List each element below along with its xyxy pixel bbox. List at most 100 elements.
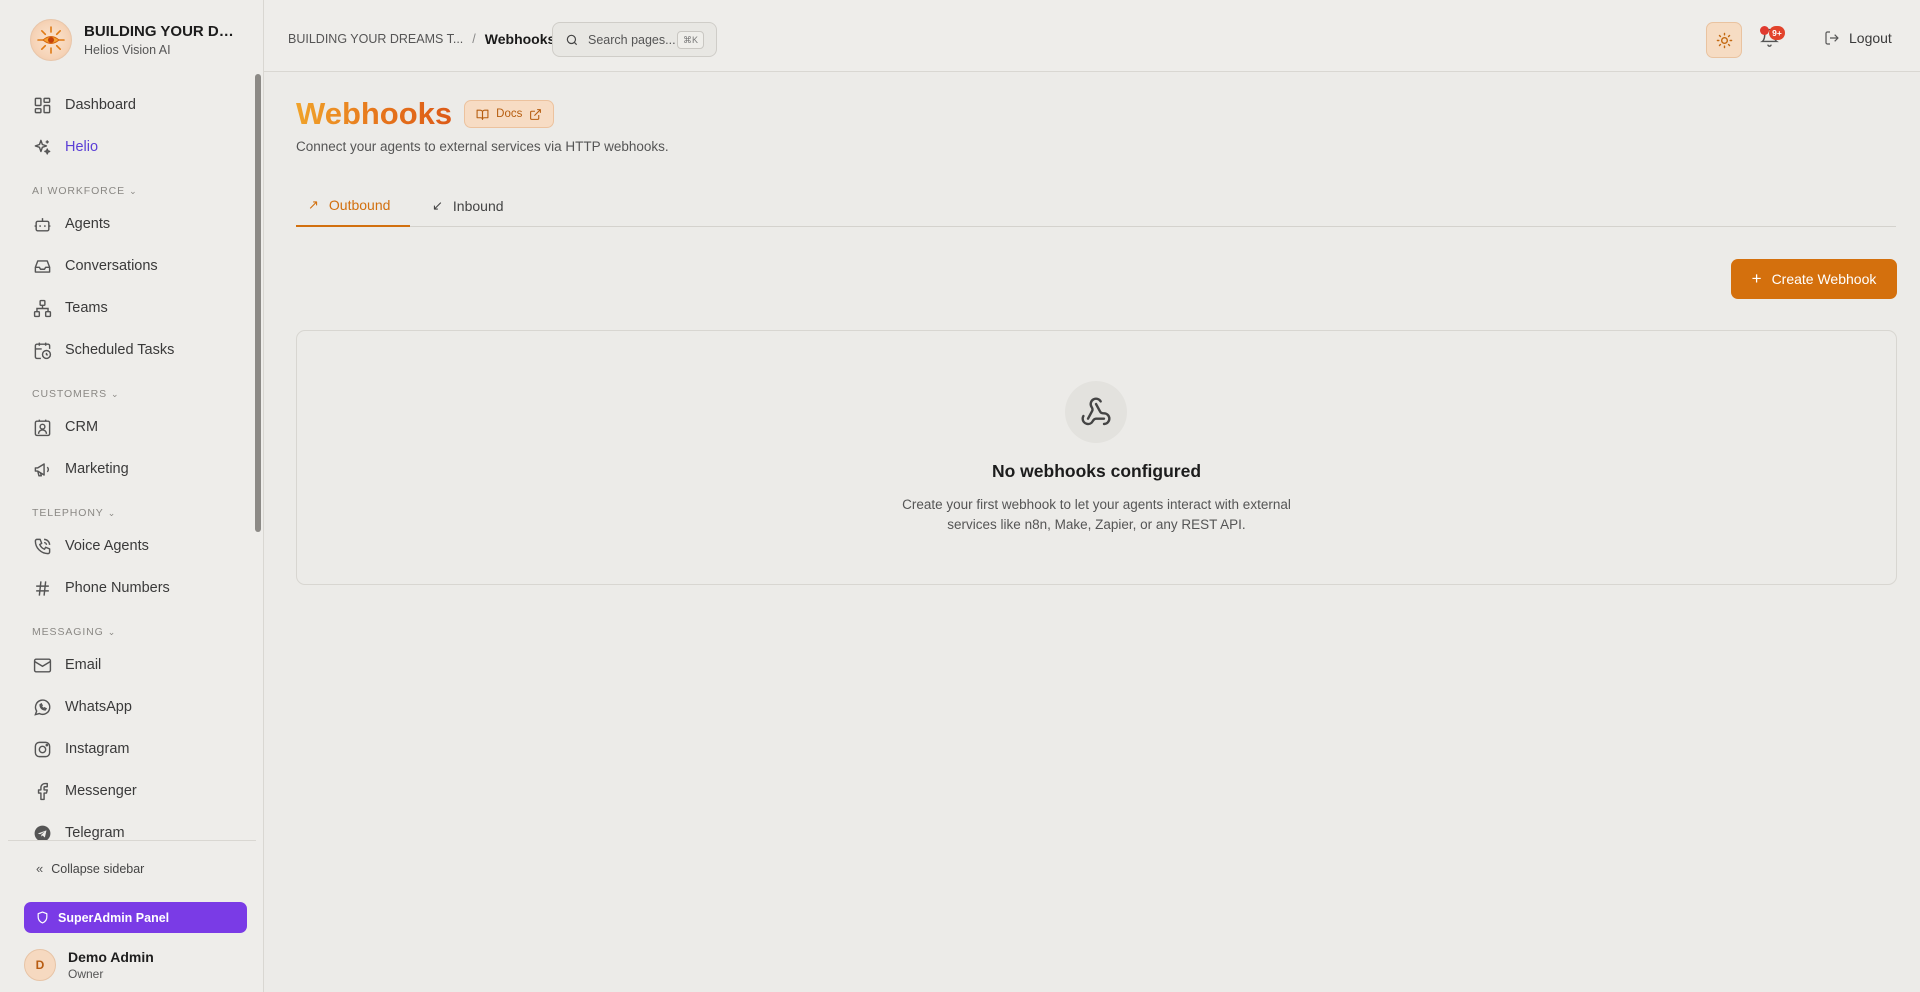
- main-content: Webhooks Docs Connect your agents to ext…: [264, 72, 1920, 992]
- logout-button[interactable]: Logout: [1824, 30, 1892, 46]
- sidebar-item-email[interactable]: Email: [8, 647, 248, 683]
- user-name: Demo Admin: [68, 949, 154, 965]
- plus-icon: +: [1751, 269, 1762, 288]
- search-pages-input[interactable]: Search pages... ⌘K: [552, 22, 717, 57]
- page-title: Webhooks: [296, 96, 453, 131]
- page-subtitle: Connect your agents to external services…: [296, 139, 669, 154]
- sidebar-item-agents[interactable]: Agents: [8, 206, 248, 242]
- search-icon: [566, 34, 578, 45]
- section-messaging[interactable]: MESSAGING ⌄: [32, 626, 116, 638]
- empty-state: No webhooks configured Create your first…: [296, 330, 1897, 585]
- sidebar-item-telegram[interactable]: Telegram: [8, 815, 248, 840]
- superadmin-panel-button[interactable]: SuperAdmin Panel: [24, 902, 247, 933]
- contact-icon: [32, 417, 52, 437]
- docs-link[interactable]: Docs: [464, 100, 555, 128]
- sidebar-item-label: Telegram: [65, 825, 125, 840]
- sidebar-item-scheduled-tasks[interactable]: Scheduled Tasks: [8, 332, 248, 368]
- sidebar-item-label: Teams: [65, 300, 108, 316]
- sidebar-item-instagram[interactable]: Instagram: [8, 731, 248, 767]
- sidebar-item-label: Messenger: [65, 783, 137, 799]
- search-shortcut-hint: ⌘K: [676, 31, 704, 49]
- brand-logo: [30, 19, 72, 61]
- sidebar-item-label: Agents: [65, 216, 111, 232]
- sidebar-item-label: Email: [65, 657, 102, 673]
- telegram-icon: [32, 823, 52, 840]
- tab-outbound[interactable]: ↗ Outbound: [296, 185, 410, 227]
- sidebar-item-helio[interactable]: Helio: [8, 129, 248, 165]
- notification-count-badge: 9+: [1769, 26, 1785, 40]
- sidebar-item-phone-numbers[interactable]: Phone Numbers: [8, 570, 248, 606]
- webhook-tabs: ↗ Outbound ↙ Inbound: [296, 185, 1896, 227]
- section-ai-workforce[interactable]: AI WORKFORCE ⌄: [32, 185, 138, 197]
- search-placeholder: Search pages...: [588, 32, 676, 47]
- workspace-name: BUILDING YOUR DRE...: [84, 23, 234, 40]
- section-customers[interactable]: CUSTOMERS ⌄: [32, 388, 119, 400]
- sidebar-item-label: CRM: [65, 419, 99, 435]
- sidebar-item-marketing[interactable]: Marketing: [8, 451, 248, 487]
- sidebar-item-whatsapp[interactable]: WhatsApp: [8, 689, 248, 725]
- section-label: TELEPHONY: [32, 507, 104, 519]
- sidebar-scrollbar[interactable]: [255, 74, 261, 532]
- notification-dot: [1760, 26, 1769, 35]
- network-icon: [32, 298, 52, 318]
- superadmin-label: SuperAdmin Panel: [58, 910, 170, 925]
- breadcrumb-workspace-link[interactable]: BUILDING YOUR DREAMS T...: [288, 32, 463, 46]
- sidebar-item-crm[interactable]: CRM: [8, 409, 248, 445]
- sidebar-item-teams[interactable]: Teams: [8, 290, 248, 326]
- section-label: AI WORKFORCE: [32, 185, 126, 197]
- sidebar-item-label: Phone Numbers: [65, 580, 170, 596]
- chevron-down-icon: ⌄: [111, 388, 120, 399]
- sidebar-item-label: Dashboard: [65, 97, 136, 113]
- breadcrumb: BUILDING YOUR DREAMS T... / Webhooks: [288, 31, 555, 47]
- sidebar-item-label: Instagram: [65, 741, 130, 757]
- logout-icon: [1825, 31, 1839, 45]
- create-webhook-button[interactable]: + Create Webhook: [1731, 259, 1897, 299]
- dashboard-icon: [32, 95, 52, 115]
- webhook-icon: [1065, 381, 1127, 443]
- workspace-subtitle: Helios Vision AI: [84, 43, 171, 57]
- collapse-sidebar-label: Collapse sidebar: [51, 861, 145, 876]
- breadcrumb-current: Webhooks: [484, 31, 556, 47]
- phone-call-icon: [32, 536, 52, 556]
- sidebar-item-voice-agents[interactable]: Voice Agents: [8, 528, 248, 564]
- chevron-down-icon: ⌄: [107, 507, 117, 518]
- sidebar-item-messenger[interactable]: Messenger: [8, 773, 248, 809]
- sidebar-item-conversations[interactable]: Conversations: [8, 248, 248, 284]
- arrow-up-right-icon: ↗: [308, 197, 319, 212]
- sidebar-item-dashboard[interactable]: Dashboard: [8, 87, 248, 123]
- collapse-sidebar-button[interactable]: « Collapse sidebar: [36, 861, 144, 876]
- sidebar-footer: « Collapse sidebar SuperAdmin Panel D De…: [8, 840, 256, 992]
- shield-icon: [37, 911, 48, 924]
- theme-toggle-button[interactable]: [1706, 22, 1742, 58]
- empty-state-description: Create your first webhook to let your ag…: [297, 495, 1896, 535]
- tab-label: Outbound: [328, 197, 391, 213]
- sidebar-item-label: Helio: [65, 139, 99, 155]
- avatar: D: [24, 949, 56, 981]
- hash-icon: [32, 578, 52, 598]
- sidebar-nav: Dashboard Helio AI WORKFORCE ⌄ Agents Con…: [8, 72, 256, 840]
- sidebar: BUILDING YOUR DRE... Helios Vision AI Da…: [0, 0, 264, 992]
- arrow-down-left-icon: ↙: [432, 198, 443, 213]
- empty-state-line-1: Create your first webhook to let your ag…: [902, 497, 1291, 512]
- user-role: Owner: [68, 967, 104, 981]
- tab-inbound[interactable]: ↙ Inbound: [420, 185, 516, 227]
- mail-icon: [32, 655, 52, 675]
- notifications-button[interactable]: 9+: [1760, 26, 1785, 52]
- sidebar-item-label: Voice Agents: [65, 538, 149, 554]
- user-menu[interactable]: D Demo Admin Owner: [24, 949, 154, 981]
- bot-icon: [32, 214, 52, 234]
- section-telephony[interactable]: TELEPHONY ⌄: [32, 507, 116, 519]
- top-header: BUILDING YOUR DREAMS T... / Webhooks Sea…: [264, 0, 1920, 72]
- docs-label: Docs: [496, 108, 523, 120]
- instagram-icon: [32, 739, 52, 759]
- sun-icon: [1716, 32, 1732, 48]
- book-open-icon: [476, 109, 489, 120]
- whatsapp-icon: [32, 697, 52, 717]
- calendar-clock-icon: [32, 340, 52, 360]
- breadcrumb-separator: /: [472, 32, 476, 46]
- megaphone-icon: [32, 459, 52, 479]
- workspace-switcher[interactable]: BUILDING YOUR DRE... Helios Vision AI: [30, 17, 256, 63]
- empty-state-title: No webhooks configured: [991, 461, 1202, 481]
- sparkles-icon: [32, 137, 52, 157]
- chevron-down-icon: ⌄: [129, 185, 138, 196]
